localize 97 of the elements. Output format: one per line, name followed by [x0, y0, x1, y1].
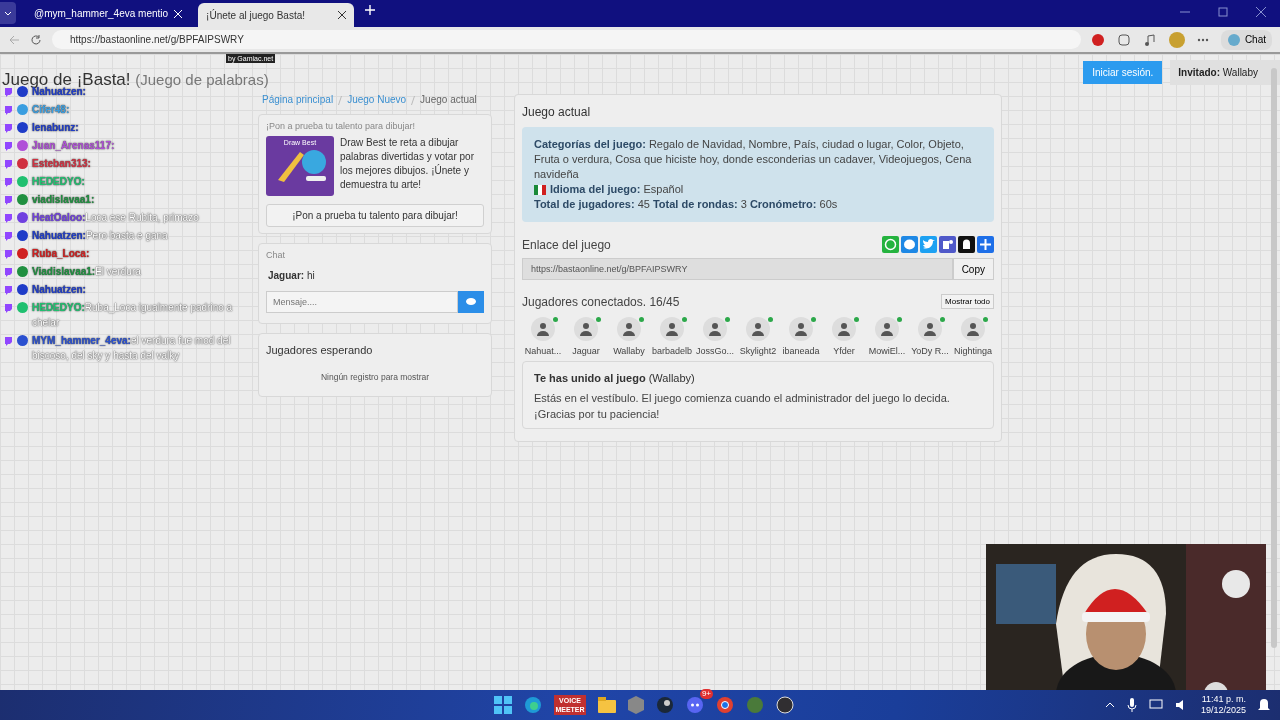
breadcrumb-separator	[338, 95, 343, 105]
player-name: MowiEl...	[868, 346, 906, 356]
start-icon[interactable]	[494, 696, 512, 714]
card-title: Juego actual	[522, 105, 592, 119]
person-icon	[703, 317, 727, 341]
folder-icon[interactable]	[598, 697, 616, 713]
section-title: Enlace del juego	[522, 237, 611, 252]
restore-icon[interactable]	[1218, 7, 1228, 17]
chat-message: Jaguar: hi	[268, 270, 316, 281]
info-text: Idioma del juego: Español	[550, 182, 684, 197]
card-title: Jugadores esperando	[266, 344, 374, 356]
speech-bubble-icon	[466, 298, 476, 306]
extension-icon[interactable]	[1090, 32, 1105, 47]
promo-button[interactable]: ¡Pon a prueba tu talento para dibujar!	[266, 204, 484, 227]
close-tab-icon[interactable]	[338, 11, 347, 19]
recorder-icon[interactable]	[776, 696, 794, 714]
player-name: Jaguar	[572, 346, 600, 356]
person-icon	[531, 317, 555, 341]
person-icon	[574, 317, 598, 341]
chrome-icon[interactable]	[716, 696, 734, 714]
notification-badge: 9+	[699, 689, 713, 699]
chat-message: HeatOaloo:Loca ese Rubita, primazo	[32, 211, 199, 225]
breadcrumb-separator	[411, 95, 416, 105]
discord-icon[interactable]	[686, 696, 704, 714]
info-text: Cronómetro: 60s	[749, 197, 838, 212]
empty-message: Ningún registro para mostrar	[319, 372, 431, 382]
notice-text: Estás en el vestíbulo. El juego comienza cuando el administrador del juego lo decida. ¡Gracias por tu paciencia!	[534, 391, 951, 422]
chat-message: Ienabunz:	[32, 121, 79, 135]
cube-icon[interactable]	[628, 696, 644, 714]
player-name: Skylight2	[739, 346, 777, 356]
browser-tab[interactable]: ¡Únete al juego Basta!	[198, 3, 355, 27]
card-title: ¡Pon a prueba tu talento para dibujar!	[266, 121, 417, 131]
flag-icon	[534, 184, 546, 195]
send-button[interactable]	[458, 291, 484, 313]
chat-message: viadislavaa1:	[32, 193, 95, 207]
reload-icon[interactable]	[30, 33, 42, 46]
person-icon	[918, 317, 942, 341]
show-all-button[interactable]: Mostrar todo	[941, 294, 994, 309]
person-icon	[961, 317, 985, 341]
share-team-icon[interactable]	[939, 236, 956, 253]
player-name: barbadelb	[651, 346, 692, 356]
section-title: Jugadores conectados. 16/45	[522, 294, 680, 309]
info-text: Categorías del juego: Regalo de Navidad, Nombre, País, ciudad o lugar, Color, Objeto, Fruta o verdura, Cosa que hiciste hoy, donde esconderias un cadaver, Videojuegos, Cena navideña	[534, 137, 973, 182]
person-icon	[746, 317, 770, 341]
notice-title: Te has unido al juego (Wallaby)	[534, 372, 696, 384]
share-phone-icon[interactable]	[882, 236, 899, 253]
info-text: Total de rondas: 3	[652, 197, 747, 212]
chat-message: Esteban313:	[32, 157, 91, 171]
player-name: Yfder	[833, 346, 855, 356]
browser-tab[interactable]: @mym_hammer_4eva mentio	[26, 3, 191, 24]
platform-icon	[4, 336, 13, 346]
player-name: Nahuat...	[524, 346, 562, 356]
player-name: ibaneada	[782, 346, 820, 356]
promo-text: Draw Best te reta a dibujar palabras divertidas y votar por los mejores dibujos. ¡Únete y demuestra tu arte!	[340, 136, 475, 192]
link-field[interactable]: https://bastaonline.net/g/BPFAIPSWRY	[522, 258, 953, 280]
chat-message: Nahuatzen:	[32, 283, 86, 297]
player-name: YoDy R...	[911, 346, 949, 356]
player-name: JossGo...	[696, 346, 734, 356]
person-icon	[660, 317, 684, 341]
more-icon[interactable]	[1196, 37, 1209, 42]
chat-message: Cifer48:	[32, 103, 70, 117]
chat-message: Ruba_Loca:	[32, 247, 90, 261]
microphone-icon[interactable]	[1126, 698, 1137, 712]
chat-message: Nahuatzen:	[32, 86, 86, 99]
music-icon[interactable]	[1142, 32, 1157, 47]
copy-button[interactable]: Copy	[952, 258, 994, 280]
browser-icon[interactable]	[524, 696, 542, 714]
address-field[interactable]: https://bastaonline.net/g/BPFAIPSWRY	[52, 30, 1081, 49]
player-name: Wallaby	[613, 346, 645, 356]
guest-label: Invitado: Wallaby	[1170, 59, 1280, 85]
person-icon	[832, 317, 856, 341]
player-name: Nightinga	[954, 346, 992, 356]
chat-message: Juan_Arenas117:	[32, 139, 115, 153]
network-icon[interactable]	[1148, 699, 1163, 711]
card-title: Chat	[266, 250, 286, 260]
chat-message: Nahuatzen:Pero basta e gana	[32, 229, 168, 243]
person-icon	[789, 317, 813, 341]
breadcrumb-current: Juego actual	[420, 94, 477, 106]
person-icon	[617, 317, 641, 341]
message-field[interactable]: Mensaje....	[266, 291, 458, 313]
info-text: Total de jugadores: 45	[534, 197, 650, 212]
person-icon	[875, 317, 899, 341]
scrollbar[interactable]	[1271, 68, 1277, 648]
copilot-icon	[1226, 32, 1241, 47]
chevron-up-icon[interactable]	[1104, 702, 1115, 708]
close-icon[interactable]	[1256, 7, 1266, 17]
copilot-chat-button[interactable]: Chat	[1220, 29, 1272, 50]
share-bubble-icon[interactable]	[901, 236, 918, 253]
share-ghost-icon[interactable]	[958, 236, 975, 253]
bell-icon[interactable]	[1258, 698, 1270, 712]
chat-message: MYM_hammer_4eva:el verdura fue mod del biscoso, del sky y hasta del valky	[32, 334, 232, 363]
steam-icon[interactable]	[656, 696, 674, 714]
share-bird-icon[interactable]	[920, 236, 937, 253]
clock[interactable]: 11:41 p. m. 19/12/2025	[1200, 694, 1246, 716]
chat-message: Viadislavaa1:El verdura	[32, 265, 141, 279]
share-plus-icon[interactable]	[977, 236, 994, 253]
chat-message: HEDEDYO:	[32, 175, 85, 189]
